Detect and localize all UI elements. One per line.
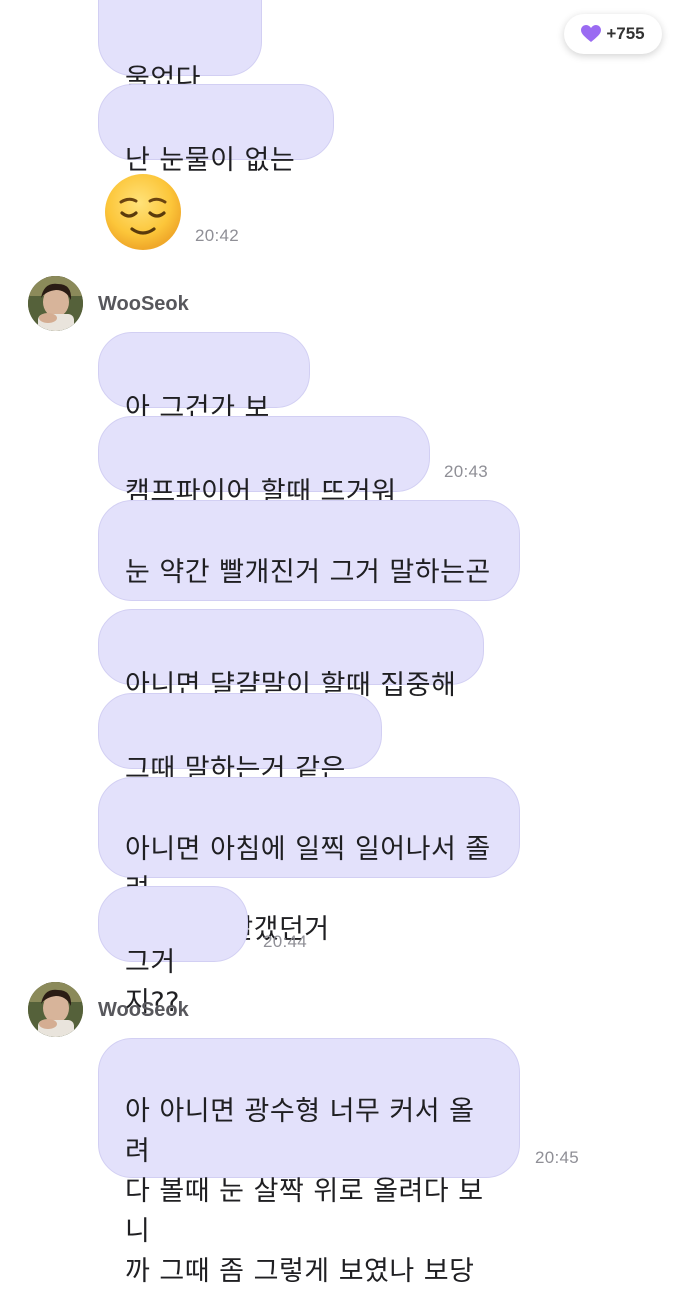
- message-timestamp: 20:44: [263, 932, 308, 951]
- message-timestamp: 20:43: [444, 462, 489, 481]
- purple-heart-icon: [581, 25, 602, 42]
- chat-message[interactable]: 캠프파이어 할때 뜨거워서: [98, 416, 430, 548]
- chat-message[interactable]: 아니면 댤걀말이 할때 집중해서: [98, 609, 484, 741]
- chat-message[interactable]: 그거지??: [98, 886, 248, 1018]
- chat-message[interactable]: 아 아니면 광수형 너무 커서 올려 다 볼때 눈 살짝 위로 올려다 보니 까…: [98, 1038, 520, 1287]
- sender-name: WooSeok: [98, 293, 189, 315]
- message-timestamp: 20:42: [195, 226, 240, 245]
- avatar[interactable]: [28, 982, 83, 1037]
- reaction-count-pill[interactable]: +755: [564, 14, 662, 54]
- message-timestamp: 20:45: [535, 1148, 580, 1167]
- message-text: 아 아니면 광수형 너무 커서 올려 다 볼때 눈 살짝 위로 올려다 보니 까…: [125, 1096, 484, 1287]
- chat-message[interactable]: 난 눈물이 없는뎅: [98, 84, 334, 216]
- reaction-count: +755: [606, 24, 645, 43]
- chat-message[interactable]: 눈 약간 빨개진거 그거 말하는곤 가?: [98, 500, 520, 668]
- profile-photo: [28, 276, 83, 331]
- chat-message[interactable]: 아니면 아침에 일찍 일어나서 졸려 서 눈 좀 빨갰던거: [98, 777, 520, 945]
- chat-message[interactable]: 울었다고?: [98, 0, 262, 135]
- sender-name: WooSeok: [98, 999, 189, 1021]
- chat-message[interactable]: 그때 말하는거 같은데: [98, 693, 382, 825]
- relieved-face-emoji[interactable]: [103, 172, 183, 252]
- chat-message[interactable]: 아 그건가 보다: [98, 332, 310, 464]
- avatar[interactable]: [28, 276, 83, 331]
- message-text: 눈 약간 빨개진거 그거 말하는곤: [125, 557, 491, 588]
- profile-photo: [28, 982, 83, 1037]
